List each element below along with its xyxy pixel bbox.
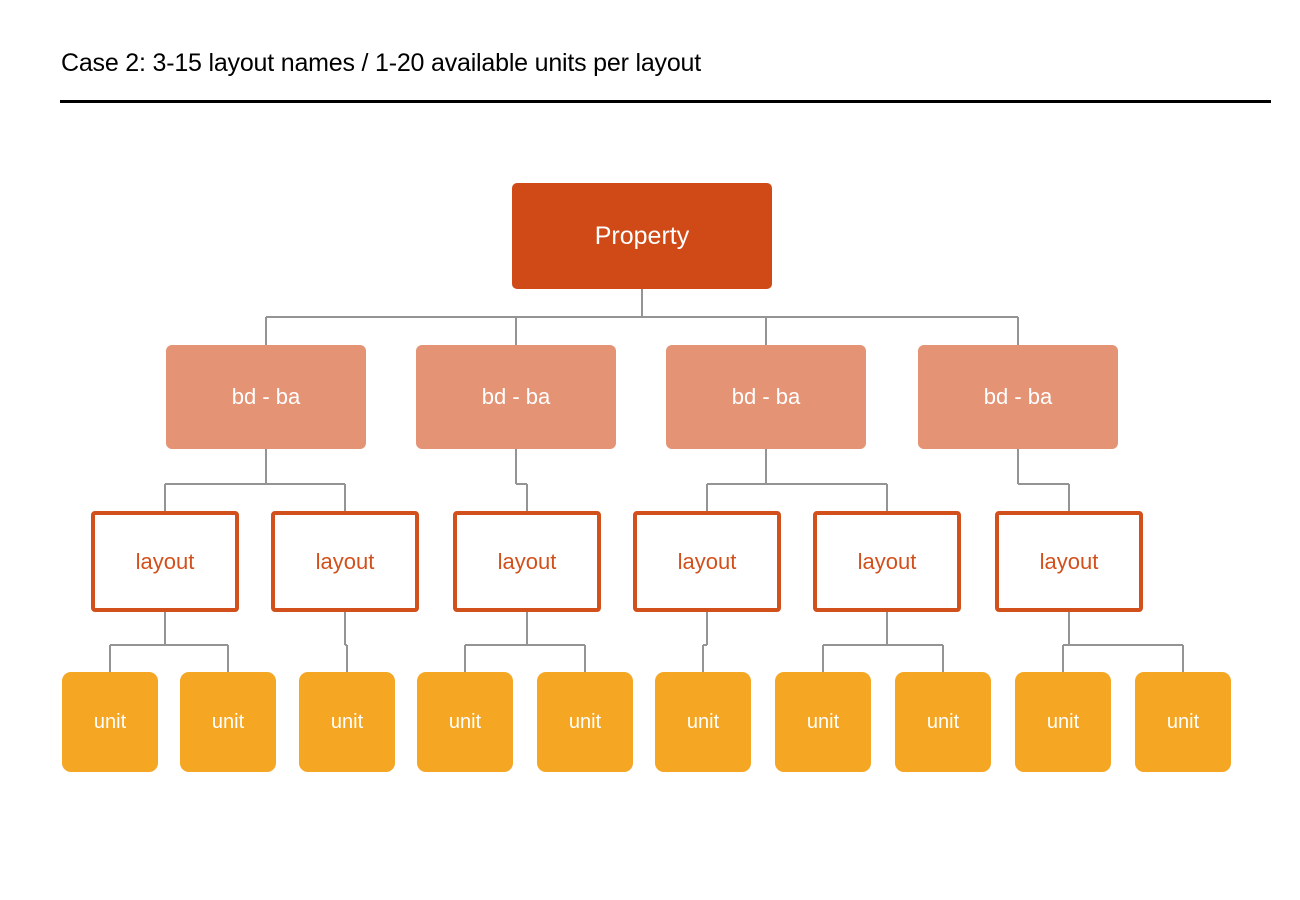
unit-node-7-label: unit — [926, 710, 960, 733]
unit-node-2[interactable]: unit — [299, 672, 395, 772]
property-node-label: Property — [594, 221, 690, 250]
bdba-node-0-label: bd - ba — [231, 384, 301, 409]
bdba-node-2-label: bd - ba — [731, 384, 801, 409]
unit-node-1-label: unit — [211, 710, 245, 733]
property-node[interactable]: Property — [512, 183, 772, 289]
unit-node-3-label: unit — [448, 710, 482, 733]
bdba-node-0[interactable]: bd - ba — [166, 345, 366, 449]
bdba-node-3[interactable]: bd - ba — [918, 345, 1118, 449]
unit-node-5[interactable]: unit — [655, 672, 751, 772]
bdba-node-3-label: bd - ba — [983, 384, 1053, 409]
layout-node-3-label: layout — [677, 548, 737, 574]
bdba-node-2[interactable]: bd - ba — [666, 345, 866, 449]
org-tree-diagram: Property bd - ba bd - ba bd - ba bd - ba layo… — [0, 0, 1300, 900]
unit-node-3[interactable]: unit — [417, 672, 513, 772]
bdba-node-1[interactable]: bd - ba — [416, 345, 616, 449]
unit-node-8-label: unit — [1046, 710, 1080, 733]
unit-node-4-label: unit — [568, 710, 602, 733]
layout-node-2-label: layout — [497, 548, 557, 574]
layout-node-3[interactable]: layout — [633, 511, 781, 612]
layout-node-4[interactable]: layout — [813, 511, 961, 612]
layout-node-2[interactable]: layout — [453, 511, 601, 612]
unit-node-8[interactable]: unit — [1015, 672, 1111, 772]
layout-node-5-label: layout — [1039, 548, 1099, 574]
unit-node-9[interactable]: unit — [1135, 672, 1231, 772]
layout-node-4-label: layout — [857, 548, 917, 574]
diagram-page: Case 2: 3-15 layout names / 1-20 availab… — [0, 0, 1300, 900]
unit-node-6[interactable]: unit — [775, 672, 871, 772]
unit-node-4[interactable]: unit — [537, 672, 633, 772]
unit-node-0[interactable]: unit — [62, 672, 158, 772]
unit-node-6-label: unit — [806, 710, 840, 733]
unit-node-1[interactable]: unit — [180, 672, 276, 772]
unit-node-5-label: unit — [686, 710, 720, 733]
layout-node-1-label: layout — [315, 548, 375, 574]
layout-node-1[interactable]: layout — [271, 511, 419, 612]
unit-node-0-label: unit — [93, 710, 127, 733]
layout-node-0-label: layout — [135, 548, 195, 574]
layout-node-0[interactable]: layout — [91, 511, 239, 612]
unit-node-2-label: unit — [330, 710, 364, 733]
unit-node-7[interactable]: unit — [895, 672, 991, 772]
bdba-node-1-label: bd - ba — [481, 384, 551, 409]
layout-node-5[interactable]: layout — [995, 511, 1143, 612]
unit-node-9-label: unit — [1166, 710, 1200, 733]
